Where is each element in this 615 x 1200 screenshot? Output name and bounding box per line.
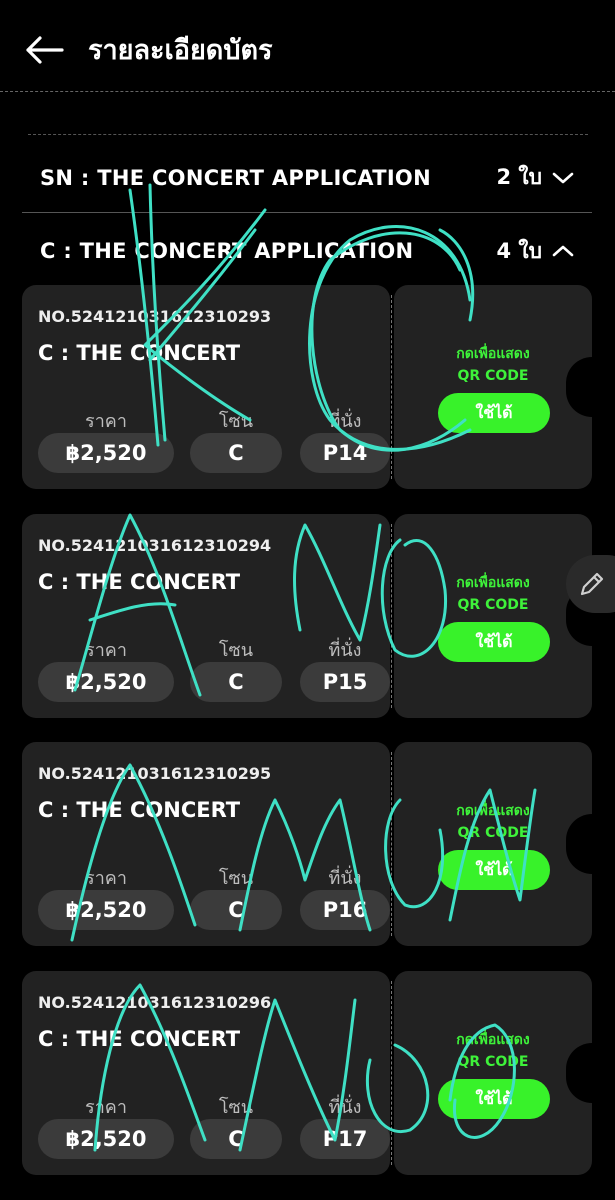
group-count: 4 ใบ (496, 235, 574, 268)
seat-label: ที่นั่ง (328, 1097, 362, 1118)
use-ticket-button[interactable]: ใช้ได้ (438, 622, 550, 662)
price-label: ราคา (85, 1097, 127, 1118)
ticket-stub: กดเพื่อแสดง QR CODE ใช้ได้ (394, 514, 592, 718)
price-value: ฿2,520 (38, 662, 174, 702)
zone-value: C (190, 1119, 282, 1159)
pencil-icon (580, 572, 604, 596)
edit-fab-button[interactable] (566, 555, 615, 613)
ticket-card: NO.524121031612310293 C : THE CONCERT รา… (22, 285, 592, 489)
ticket-stub: กดเพื่อแสดง QR CODE ใช้ได้ (394, 971, 592, 1175)
use-ticket-button[interactable]: ใช้ได้ (438, 850, 550, 890)
zone-value: C (190, 662, 282, 702)
ticket-name: C : THE CONCERT (38, 570, 241, 594)
use-ticket-button[interactable]: ใช้ได้ (438, 1079, 550, 1119)
ticket-number: NO.524121031612310293 (38, 307, 272, 326)
ticket-stub: กดเพื่อแสดง QR CODE ใช้ได้ (394, 285, 592, 489)
qr-prompt-line1: กดเพื่อแสดง (456, 803, 530, 819)
group-row-sn[interactable]: SN : THE CONCERT APPLICATION 2 ใบ (22, 143, 592, 213)
ticket-main: NO.524121031612310294 C : THE CONCERT รา… (22, 514, 390, 718)
ticket-number: NO.524121031612310295 (38, 764, 272, 783)
ticket-stub: กดเพื่อแสดง QR CODE ใช้ได้ (394, 742, 592, 946)
ticket-number: NO.524121031612310294 (38, 536, 272, 555)
app-header: รายละเอียดบัตร (0, 0, 615, 92)
price-value: ฿2,520 (38, 433, 174, 473)
back-button[interactable] (24, 30, 64, 70)
qr-prompt-line2: QR CODE (457, 825, 529, 841)
qr-prompt: กดเพื่อแสดง QR CODE (394, 1029, 592, 1073)
perforation (391, 295, 392, 479)
seat-label: ที่นั่ง (328, 411, 362, 432)
perforation (391, 524, 392, 708)
zone-value: C (190, 433, 282, 473)
price-label: ราคา (85, 868, 127, 889)
ticket-name: C : THE CONCERT (38, 341, 241, 365)
group-title: SN : THE CONCERT APPLICATION (40, 165, 431, 190)
chevron-down-icon (552, 171, 574, 185)
seat-value: P14 (300, 433, 390, 473)
ticket-card: NO.524121031612310296 C : THE CONCERT รา… (22, 971, 592, 1175)
price-value: ฿2,520 (38, 890, 174, 930)
seat-value: P15 (300, 662, 390, 702)
zone-label: โซน (218, 1097, 254, 1118)
seat-value: P17 (300, 1119, 390, 1159)
ticket-number: NO.524121031612310296 (38, 993, 272, 1012)
ticket-main: NO.524121031612310293 C : THE CONCERT รา… (22, 285, 390, 489)
qr-prompt-line2: QR CODE (457, 1054, 529, 1070)
seat-value: P16 (300, 890, 390, 930)
zone-label: โซน (218, 411, 254, 432)
use-ticket-button[interactable]: ใช้ได้ (438, 393, 550, 433)
ticket-main: NO.524121031612310295 C : THE CONCERT รา… (22, 742, 390, 946)
qr-prompt: กดเพื่อแสดง QR CODE (394, 800, 592, 844)
group-count-label: 2 ใบ (496, 165, 542, 189)
group-count-label: 4 ใบ (496, 238, 542, 263)
page-title: รายละเอียดบัตร (88, 35, 273, 66)
qr-prompt-line1: กดเพื่อแสดง (456, 346, 530, 362)
group-count: 2 ใบ (496, 161, 574, 194)
zone-label: โซน (218, 868, 254, 889)
price-label: ราคา (85, 411, 127, 432)
qr-prompt-line2: QR CODE (457, 368, 529, 384)
ticket-card: NO.524121031612310295 C : THE CONCERT รา… (22, 742, 592, 946)
qr-prompt: กดเพื่อแสดง QR CODE (394, 572, 592, 616)
qr-prompt-line2: QR CODE (457, 597, 529, 613)
section-divider (28, 134, 588, 135)
zone-value: C (190, 890, 282, 930)
seat-label: ที่นั่ง (328, 868, 362, 889)
price-value: ฿2,520 (38, 1119, 174, 1159)
qr-prompt-line1: กดเพื่อแสดง (456, 575, 530, 591)
group-row-c[interactable]: C : THE CONCERT APPLICATION 4 ใบ (22, 216, 592, 286)
perforation (391, 981, 392, 1165)
qr-prompt: กดเพื่อแสดง QR CODE (394, 343, 592, 387)
ticket-name: C : THE CONCERT (38, 1027, 241, 1051)
price-label: ราคา (85, 640, 127, 661)
arrow-left-icon (26, 36, 64, 64)
perforation (391, 752, 392, 936)
ticket-main: NO.524121031612310296 C : THE CONCERT รา… (22, 971, 390, 1175)
group-title: C : THE CONCERT APPLICATION (40, 239, 414, 263)
ticket-name: C : THE CONCERT (38, 798, 241, 822)
qr-prompt-line1: กดเพื่อแสดง (456, 1032, 530, 1048)
zone-label: โซน (218, 640, 254, 661)
ticket-card: NO.524121031612310294 C : THE CONCERT รา… (22, 514, 592, 718)
chevron-up-icon (552, 244, 574, 258)
seat-label: ที่นั่ง (328, 640, 362, 661)
